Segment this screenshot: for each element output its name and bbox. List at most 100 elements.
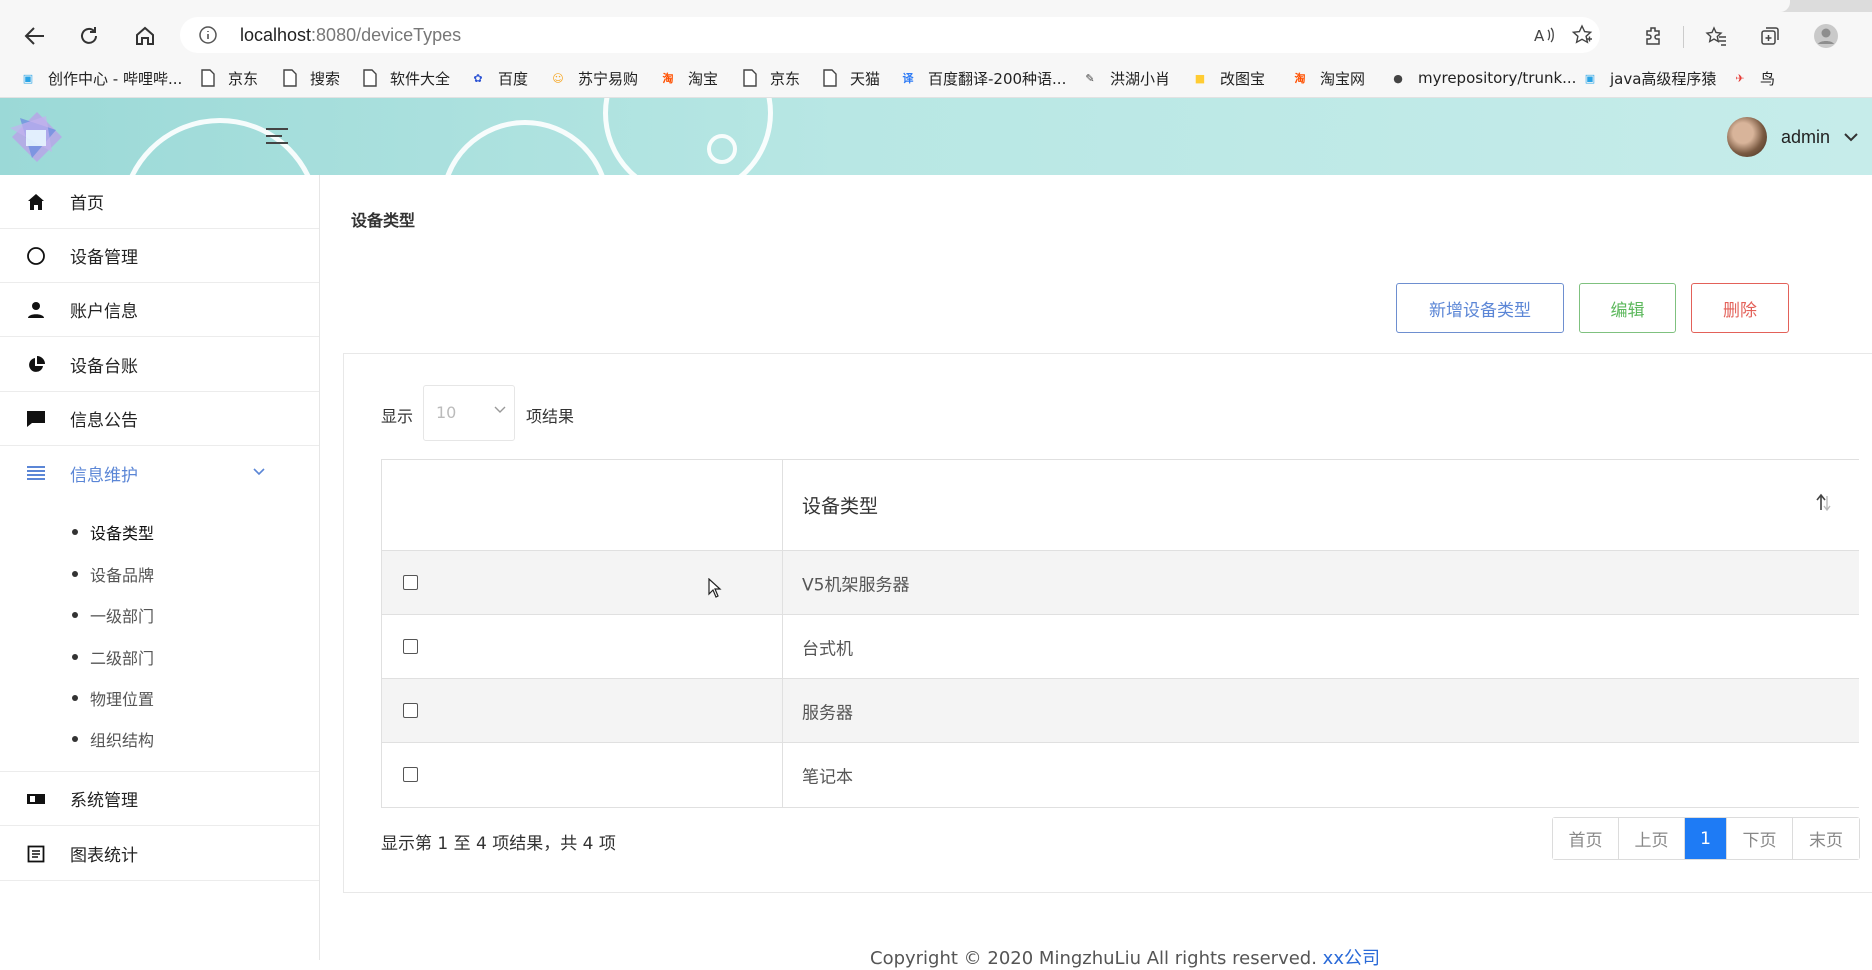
sidebar-item-maintenance[interactable]: 信息维护 xyxy=(0,446,319,500)
bookmark-label: 京东 xyxy=(228,69,259,88)
submenu-level2-dept[interactable]: 二级部门 xyxy=(72,642,154,672)
sidebar-item-label: 账户信息 xyxy=(70,302,138,322)
page-length-select[interactable]: 10 xyxy=(423,385,515,441)
row-cell: 服务器 xyxy=(802,703,853,723)
back-icon[interactable] xyxy=(20,21,50,51)
bullet xyxy=(72,612,78,618)
decor-circle xyxy=(603,98,773,175)
sidebar-item-ledger[interactable]: 设备台账 xyxy=(0,338,319,392)
profile-icon[interactable] xyxy=(1812,22,1840,50)
home-icon xyxy=(26,192,46,212)
svg-text:A: A xyxy=(1534,27,1545,45)
bookmark-label: 百度 xyxy=(498,69,529,88)
app-header: admin xyxy=(0,98,1872,175)
submenu-label: 物理位置 xyxy=(90,690,155,709)
bookmark-item[interactable]: 淘 淘宝 xyxy=(658,67,719,89)
collections-icon[interactable] xyxy=(1756,22,1784,50)
submenu-org-structure[interactable]: 组织结构 xyxy=(72,724,154,754)
bookmark-label: 洪湖小肖 xyxy=(1110,69,1171,88)
bookmark-item[interactable]: ▣ 创作中心 - 哔哩哔... xyxy=(18,67,182,89)
bookmark-label: 百度翻译-200种语... xyxy=(928,69,1067,88)
sidebar-item-account[interactable]: 账户信息 xyxy=(0,283,319,337)
sidebar-item-system[interactable]: 系统管理 xyxy=(0,772,319,826)
read-aloud-icon[interactable]: A xyxy=(1530,21,1558,49)
sort-icon[interactable] xyxy=(1815,492,1833,514)
header-check-cell xyxy=(382,460,783,550)
table-row[interactable]: 服务器 xyxy=(382,679,1859,743)
extensions-icon[interactable] xyxy=(1640,22,1668,50)
bookmark-item[interactable]: 天猫 xyxy=(820,67,880,89)
row-checkbox[interactable] xyxy=(403,767,418,782)
info-icon[interactable] xyxy=(198,25,218,45)
table-row[interactable]: V5机架服务器 xyxy=(382,551,1859,615)
chevron-down-icon[interactable] xyxy=(253,468,265,476)
company-link[interactable]: xx公司 xyxy=(1323,948,1380,969)
username[interactable]: admin xyxy=(1781,127,1830,148)
page-1-button[interactable]: 1 xyxy=(1685,818,1727,859)
bookmark-item[interactable]: ● myrepository/trunk... xyxy=(1388,67,1576,89)
user-icon xyxy=(26,300,46,320)
sidebar-item-label: 设备管理 xyxy=(70,248,138,268)
bookmark-item[interactable]: ▣ java高级程序猿 xyxy=(1580,67,1717,89)
submenu-device-types[interactable]: 设备类型 xyxy=(72,517,154,547)
user-menu[interactable]: admin xyxy=(1726,117,1858,157)
active-tab[interactable] xyxy=(0,0,1790,12)
logo-icon[interactable] xyxy=(6,108,68,166)
home-icon[interactable] xyxy=(130,21,160,51)
bookmark-item[interactable]: ✎ 洪湖小肖 xyxy=(1080,67,1170,89)
address-bar: localhost:8080/deviceTypes A xyxy=(0,12,1872,57)
bullet xyxy=(72,654,78,660)
row-checkbox[interactable] xyxy=(403,702,418,718)
url-field[interactable]: localhost:8080/deviceTypes A xyxy=(180,17,1600,53)
table-row[interactable]: 台式机 xyxy=(382,615,1859,679)
edit-button[interactable]: 编辑 xyxy=(1579,283,1676,333)
row-checkbox[interactable] xyxy=(403,574,418,590)
column-header[interactable]: 设备类型 xyxy=(802,492,878,519)
menu-toggle-icon[interactable] xyxy=(264,126,290,150)
bookmark-item[interactable]: ☺ 苏宁易购 xyxy=(548,67,638,89)
submenu-device-brands[interactable]: 设备品牌 xyxy=(72,559,154,589)
refresh-icon[interactable] xyxy=(74,21,104,51)
bookmark-item[interactable]: ■ 改图宝 xyxy=(1190,67,1265,89)
bookmark-item[interactable]: 译 百度翻译-200种语... xyxy=(898,67,1067,89)
avatar[interactable] xyxy=(1726,117,1767,157)
table-header-row: 设备类型 xyxy=(382,460,1859,551)
favorites-icon[interactable] xyxy=(1702,22,1730,50)
sidebar-item-home[interactable]: 首页 xyxy=(0,175,319,229)
translate-icon: 译 xyxy=(902,72,914,85)
chrome-icon: ● xyxy=(1393,71,1403,85)
sidebar-item-device-management[interactable]: 设备管理 xyxy=(0,229,319,283)
chevron-down-icon[interactable] xyxy=(1844,132,1858,142)
page-icon xyxy=(198,68,218,88)
bookmark-item[interactable]: ✈ 鸟 xyxy=(1730,67,1775,89)
bookmark-item[interactable]: 京东 xyxy=(198,67,258,89)
page-icon xyxy=(820,68,840,88)
delete-button[interactable]: 删除 xyxy=(1691,283,1789,333)
sidebar-item-label: 图表统计 xyxy=(70,846,138,866)
prev-page-button[interactable]: 上页 xyxy=(1619,818,1685,859)
bookmark-item[interactable]: 软件大全 xyxy=(360,67,450,89)
sidebar-item-announcements[interactable]: 信息公告 xyxy=(0,392,319,446)
submenu-level1-dept[interactable]: 一级部门 xyxy=(72,600,154,630)
table-row[interactable]: 笔记本 xyxy=(382,743,1859,807)
submenu-label: 二级部门 xyxy=(90,649,155,668)
next-page-button[interactable]: 下页 xyxy=(1727,818,1793,859)
bullet xyxy=(72,736,78,742)
bookmark-item[interactable]: 京东 xyxy=(740,67,800,89)
add-favorite-icon[interactable] xyxy=(1568,21,1596,49)
device-types-table: 设备类型 V5机架服务器 台式机 服务器 笔记本 xyxy=(381,459,1859,808)
add-device-type-button[interactable]: 新增设备类型 xyxy=(1396,283,1564,333)
bookmark-item[interactable]: 淘 淘宝网 xyxy=(1290,67,1366,89)
bookmark-item[interactable]: ✿ 百度 xyxy=(468,67,528,89)
table-info: 显示第 1 至 4 项结果，共 4 项 xyxy=(381,834,616,854)
last-page-button[interactable]: 末页 xyxy=(1793,818,1859,859)
decor-circle xyxy=(440,120,610,175)
sidebar-item-charts[interactable]: 图表统计 xyxy=(0,827,319,881)
sidebar: 首页 设备管理 账户信息 设备台账 信息公告 信息维护 设备类型 设备品牌 一级… xyxy=(0,175,320,960)
bookmark-item[interactable]: 搜索 xyxy=(280,67,340,89)
bookmark-label: 淘宝 xyxy=(688,69,719,88)
first-page-button[interactable]: 首页 xyxy=(1553,818,1619,859)
submenu-location[interactable]: 物理位置 xyxy=(72,683,154,713)
row-checkbox[interactable] xyxy=(403,638,418,654)
bookmark-label: 淘宝网 xyxy=(1320,69,1366,88)
